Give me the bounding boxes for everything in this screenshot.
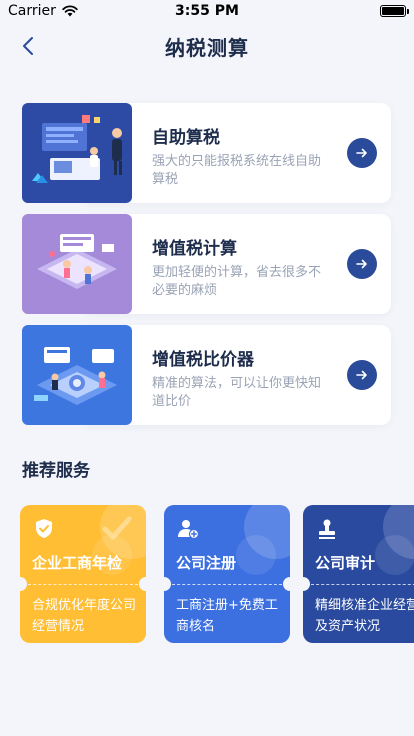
battery-icon bbox=[380, 5, 409, 17]
feature-title: 增值税比价器 bbox=[152, 350, 254, 370]
feature-description: 更加轻便的计算，省去很多不必要的麻烦 bbox=[152, 265, 322, 298]
service-card-company-audit[interactable]: 公司审计 精细核准企业经营及资产状况 bbox=[303, 505, 414, 643]
service-title: 公司审计 bbox=[315, 554, 376, 572]
feature-card-self-tax[interactable]: 自助算税 强大的只能报税系统在线自助算税 bbox=[22, 103, 391, 203]
feature-illustration bbox=[22, 214, 132, 314]
feature-title: 增值税计算 bbox=[152, 239, 237, 259]
feature-illustration bbox=[22, 325, 132, 425]
feature-title: 自助算税 bbox=[152, 128, 220, 148]
page-title: 纳税测算 bbox=[165, 35, 249, 60]
feature-arrow-button[interactable] bbox=[347, 249, 377, 279]
arrow-right-icon bbox=[356, 148, 367, 158]
feature-card-vat-price-compare[interactable]: 增值税比价器 精准的算法，可以让你更快知道比价 bbox=[22, 325, 391, 425]
service-description: 精细核准企业经营及资产状况 bbox=[315, 598, 414, 634]
service-divider bbox=[311, 584, 414, 585]
arrow-right-icon bbox=[356, 370, 367, 380]
stamp-icon bbox=[319, 519, 335, 539]
service-description: 合规优化年度公司经营情况 bbox=[32, 598, 137, 634]
chevron-left-icon bbox=[23, 37, 33, 55]
service-divider bbox=[28, 584, 138, 585]
feature-description: 强大的只能报税系统在线自助算税 bbox=[152, 154, 322, 187]
services-carousel[interactable]: 企业工商年检 合规优化年度公司经营情况 公司注册 工商注册+免费工商核名 公司审… bbox=[20, 505, 414, 645]
section-title-recommended: 推荐服务 bbox=[22, 461, 90, 481]
service-card-annual-inspection[interactable]: 企业工商年检 合规优化年度公司经营情况 bbox=[20, 505, 146, 643]
feature-illustration bbox=[22, 103, 132, 203]
carrier-label: Carrier bbox=[8, 3, 56, 19]
shield-check-icon bbox=[36, 519, 52, 538]
wifi-icon bbox=[62, 5, 78, 17]
user-add-icon bbox=[178, 520, 200, 540]
service-description: 工商注册+免费工商核名 bbox=[176, 598, 278, 634]
feature-arrow-button[interactable] bbox=[347, 138, 377, 168]
service-divider bbox=[172, 584, 282, 585]
status-bar: Carrier 3:55 PM bbox=[0, 0, 414, 22]
check-watermark-icon bbox=[102, 516, 132, 540]
feature-arrow-button[interactable] bbox=[347, 360, 377, 390]
feature-description: 精准的算法，可以让你更快知道比价 bbox=[152, 376, 322, 409]
service-title: 公司注册 bbox=[176, 554, 237, 572]
nav-bar: 纳税测算 bbox=[0, 22, 414, 70]
back-button[interactable] bbox=[16, 34, 40, 58]
service-card-company-registration[interactable]: 公司注册 工商注册+免费工商核名 bbox=[164, 505, 290, 643]
status-left: Carrier bbox=[8, 3, 78, 19]
arrow-right-icon bbox=[356, 259, 367, 269]
feature-card-vat-calculator[interactable]: 增值税计算 更加轻便的计算，省去很多不必要的麻烦 bbox=[22, 214, 391, 314]
service-title: 企业工商年检 bbox=[32, 554, 123, 572]
